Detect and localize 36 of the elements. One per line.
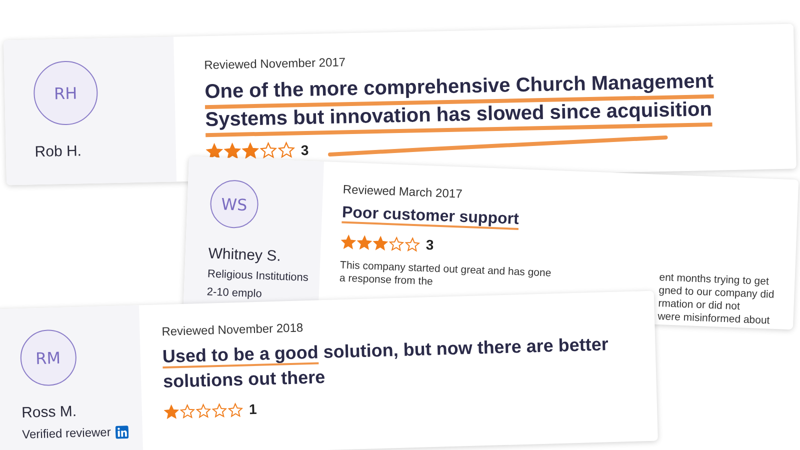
verified-label: Verified reviewer <box>22 425 112 442</box>
review-title: Poor customer support <box>342 203 520 230</box>
reviewer-name: Whitney S. <box>208 245 282 265</box>
reviewer-name: Ross M. <box>21 402 77 422</box>
star-filled-icon <box>206 142 224 160</box>
review-title: One of the more comprehensive Church Management Systems but innovation has slowed since acquisition <box>204 70 715 134</box>
review-date: Reviewed November 2018 <box>162 320 304 339</box>
avatar: RH <box>32 60 98 126</box>
social-icon <box>116 425 130 438</box>
review-date: Reviewed March 2017 <box>342 182 464 203</box>
rating-value: 1 <box>248 401 257 418</box>
avatar: WS <box>209 179 260 230</box>
rating-value: 3 <box>426 236 434 254</box>
star-filled-icon <box>340 234 356 250</box>
review-text-line: were misinformed about <box>657 310 771 328</box>
reviewer-name: Rob H. <box>34 142 82 161</box>
star-outline-icon <box>180 404 196 419</box>
reviewer-detail: 2-10 emplo <box>206 286 262 300</box>
star-filled-icon <box>242 142 260 160</box>
star-filled-icon <box>372 235 388 251</box>
star-outline-icon <box>260 142 278 159</box>
star-outline-icon <box>404 236 420 252</box>
star-filled-icon <box>356 234 372 250</box>
star-filled-icon <box>164 404 180 420</box>
star-outline-icon <box>196 403 212 419</box>
rating-value: 3 <box>300 141 309 158</box>
reviewer-detail: Religious Institutions <box>207 268 309 284</box>
star-outline-icon <box>278 141 296 159</box>
review-text-line: rmation or did not <box>658 298 740 313</box>
star-outline-icon <box>212 402 228 418</box>
avatar: RM <box>19 328 77 387</box>
review-date: Reviewed November 2017 <box>204 54 347 72</box>
star-filled-icon <box>224 142 242 160</box>
review-text-line: a response from the <box>339 272 434 290</box>
star-outline-icon <box>228 402 244 418</box>
star-outline-icon <box>388 236 404 252</box>
